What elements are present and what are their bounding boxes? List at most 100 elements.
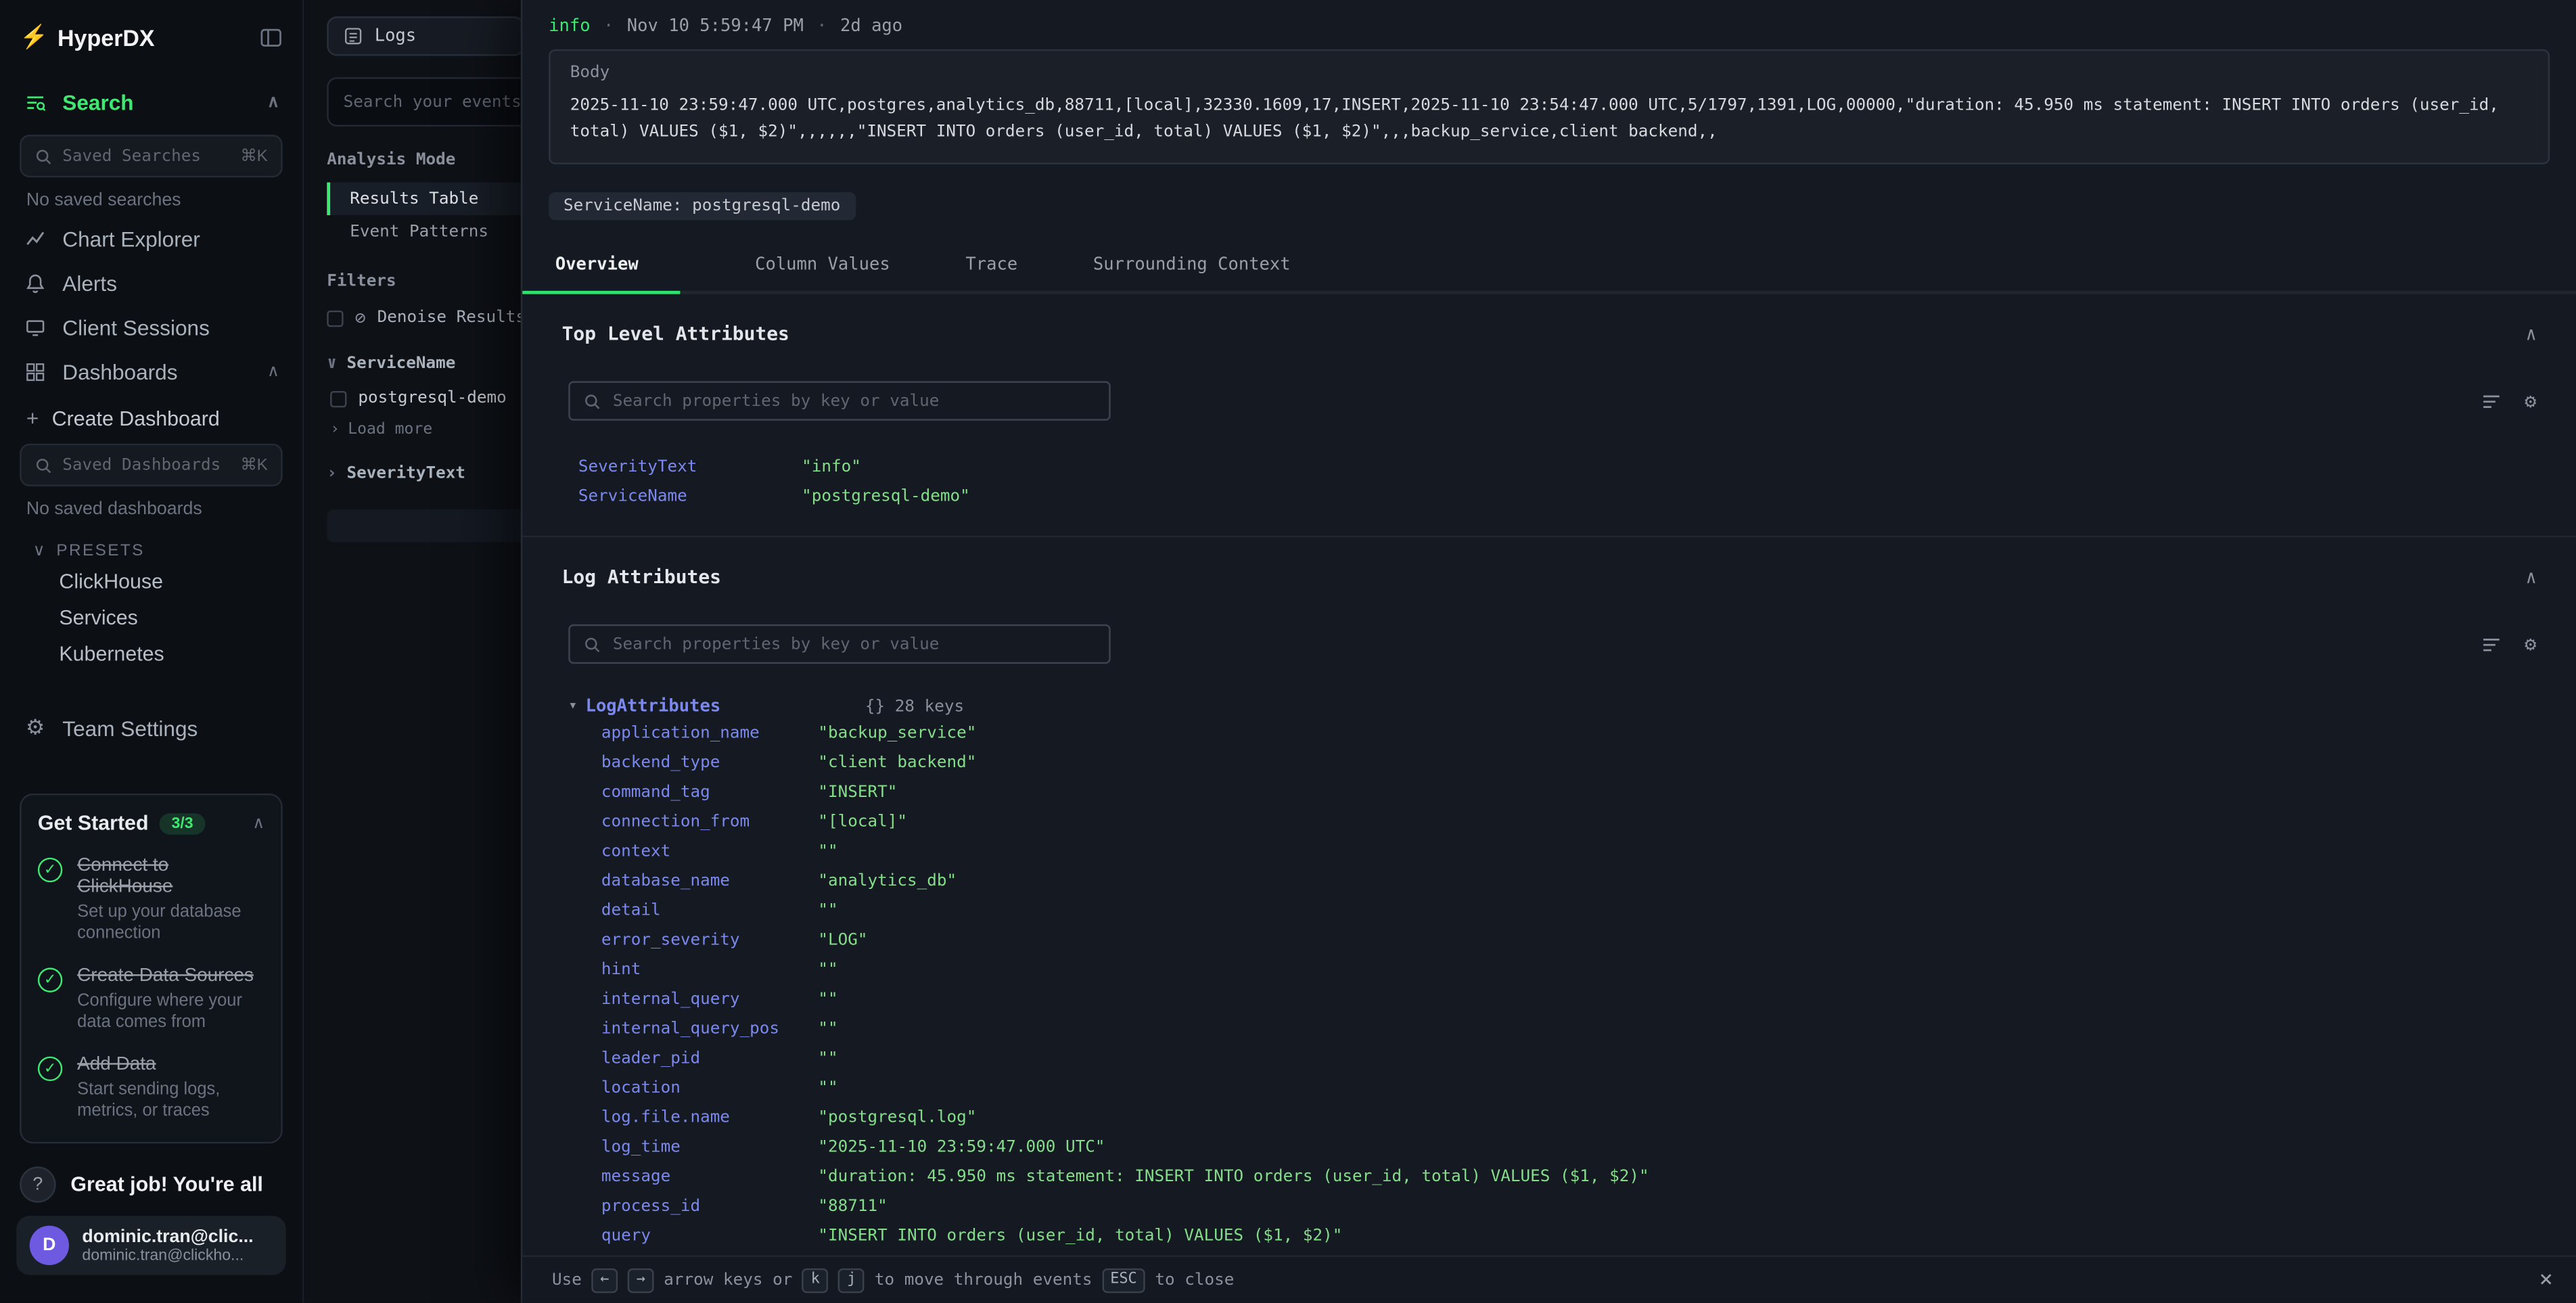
event-search-box[interactable]: [327, 77, 521, 127]
attribute-key[interactable]: SeverityText: [578, 453, 802, 483]
attribute-key[interactable]: message: [601, 1163, 819, 1193]
get-started-step[interactable]: ✓ Add Data Start sending logs, metrics, …: [38, 1055, 264, 1122]
service-name-tag[interactable]: ServiceName: postgresql-demo: [549, 192, 855, 220]
attribute-value[interactable]: "postgresql.log": [818, 1104, 2536, 1134]
saved-dashboards-box[interactable]: ⌘K: [20, 444, 283, 486]
attribute-value[interactable]: "88711": [818, 1193, 2536, 1222]
attribute-key[interactable]: internal_query: [601, 986, 819, 1015]
attribute-key[interactable]: database_name: [601, 867, 819, 897]
tab-overview[interactable]: Overview: [522, 240, 679, 291]
chevron-up-icon[interactable]: ∧: [252, 814, 264, 832]
collapse-sidebar-icon[interactable]: [260, 26, 283, 49]
close-icon[interactable]: ×: [2539, 1266, 2553, 1293]
settings-gear-icon[interactable]: ⚙: [2525, 633, 2537, 656]
settings-gear-icon[interactable]: ⚙: [2525, 390, 2537, 413]
attribute-key[interactable]: log_time: [601, 1134, 819, 1164]
collapse-section-icon[interactable]: ∧: [2526, 323, 2537, 344]
attribute-value[interactable]: "client backend": [818, 749, 2536, 779]
preset-item[interactable]: Kubernetes: [16, 636, 285, 672]
mode-results-table[interactable]: Results Table: [327, 183, 521, 216]
attribute-key[interactable]: leader_pid: [601, 1045, 819, 1075]
attribute-value[interactable]: "LOG": [818, 927, 2536, 957]
sidebar-item-team-settings[interactable]: ⚙ Team Settings: [16, 705, 285, 751]
attribute-value[interactable]: "": [818, 838, 2536, 868]
attribute-key[interactable]: detail: [601, 897, 819, 927]
facet-checkbox[interactable]: [330, 390, 346, 407]
preset-item[interactable]: ClickHouse: [16, 564, 285, 599]
nav-label: Client Sessions: [62, 315, 210, 340]
attribute-value[interactable]: "backup_service": [818, 720, 2536, 750]
attribute-key[interactable]: query: [601, 1222, 819, 1252]
attribute-key[interactable]: process_id: [601, 1193, 819, 1222]
log-attributes-root[interactable]: ▾ LogAttributes {} 28 keys: [562, 697, 2537, 716]
attribute-key[interactable]: ServiceName: [578, 483, 802, 513]
attribute-key[interactable]: backend_type: [601, 749, 819, 779]
help-icon[interactable]: ?: [20, 1166, 55, 1202]
properties-search-input[interactable]: [613, 635, 1096, 654]
line-options-icon[interactable]: [2481, 390, 2502, 412]
attribute-value[interactable]: "duration: 45.950 ms statement: INSERT I…: [818, 1163, 2536, 1193]
load-more-button[interactable]: › Load more: [327, 421, 521, 439]
attribute-value[interactable]: "postgresql-demo": [802, 483, 2537, 513]
saved-dashboards-input[interactable]: [62, 456, 231, 474]
sidebar-item-alerts[interactable]: Alerts: [16, 261, 285, 306]
attribute-key[interactable]: connection_from: [601, 808, 819, 838]
attribute-value[interactable]: "": [818, 897, 2536, 927]
preset-item[interactable]: Services: [16, 599, 285, 635]
expand-caret-icon[interactable]: ▾: [568, 698, 577, 714]
properties-search-input[interactable]: [613, 392, 1096, 410]
facet-group-severitytext[interactable]: › SeverityText: [327, 465, 521, 483]
attribute-value[interactable]: "INSERT INTO orders (user_id, total) VAL…: [818, 1222, 2536, 1252]
attribute-value[interactable]: "analytics_db": [818, 867, 2536, 897]
get-started-header[interactable]: Get Started 3/3 ∧: [38, 812, 264, 835]
attribute-value[interactable]: "": [818, 1015, 2536, 1045]
create-dashboard-button[interactable]: + Create Dashboard: [16, 394, 285, 434]
attribute-key[interactable]: command_tag: [601, 779, 819, 808]
facet-option-postgresql-demo[interactable]: postgresql-demo: [327, 390, 521, 408]
line-options-icon[interactable]: [2481, 633, 2502, 655]
properties-search-box[interactable]: [568, 624, 1110, 664]
root-node-name[interactable]: LogAttributes: [586, 697, 721, 716]
attribute-value[interactable]: "info": [802, 453, 2537, 483]
attribute-key[interactable]: error_severity: [601, 927, 819, 957]
mode-event-patterns[interactable]: Event Patterns: [327, 215, 521, 248]
denoise-toggle[interactable]: ⊘ Denoise Results: [327, 307, 521, 329]
chevron-up-icon[interactable]: ∧: [267, 93, 279, 112]
sidebar-item-dashboards[interactable]: Dashboards ∧: [16, 350, 285, 394]
denoise-checkbox[interactable]: [327, 310, 343, 326]
facet-group-servicename[interactable]: ∨ ServiceName: [327, 355, 521, 373]
attribute-value[interactable]: "2025-11-10 23:59:47.000 UTC": [818, 1134, 2536, 1164]
tab-column-values[interactable]: Column Values: [755, 240, 890, 291]
event-search-input[interactable]: [344, 93, 521, 111]
tab-surrounding-context[interactable]: Surrounding Context: [1093, 240, 1291, 291]
body-log-text[interactable]: 2025-11-10 23:59:47.000 UTC,postgres,ana…: [570, 93, 2529, 146]
collapse-section-icon[interactable]: ∧: [2526, 566, 2537, 588]
attribute-key[interactable]: internal_query_pos: [601, 1015, 819, 1045]
presets-toggle[interactable]: ∨ PRESETS: [16, 526, 285, 564]
properties-search-box[interactable]: [568, 381, 1110, 420]
attribute-value[interactable]: "[local]": [818, 808, 2536, 838]
attribute-value[interactable]: "": [818, 956, 2536, 986]
get-started-step[interactable]: ✓ Create Data Sources Configure where yo…: [38, 966, 264, 1034]
sidebar-item-chart-explorer[interactable]: Chart Explorer: [16, 217, 285, 262]
attribute-key[interactable]: application_name: [601, 720, 819, 750]
attribute-value[interactable]: "": [818, 1074, 2536, 1104]
chevron-up-icon[interactable]: ∧: [267, 363, 279, 382]
attribute-key[interactable]: location: [601, 1074, 819, 1104]
sidebar-item-search[interactable]: Search ∧: [16, 81, 285, 125]
more-filters-button[interactable]: More filters: [327, 509, 521, 543]
attribute-key[interactable]: context: [601, 838, 819, 868]
search-icon: [583, 635, 601, 654]
attribute-value[interactable]: "INSERT": [818, 779, 2536, 808]
attribute-value[interactable]: "": [818, 986, 2536, 1015]
attribute-value[interactable]: "": [818, 1045, 2536, 1075]
attribute-key[interactable]: hint: [601, 956, 819, 986]
get-started-step[interactable]: ✓ Connect to ClickHouse Set up your data…: [38, 856, 264, 944]
tab-trace[interactable]: Trace: [965, 240, 1017, 291]
saved-searches-box[interactable]: ⌘K: [20, 135, 283, 177]
user-menu[interactable]: D dominic.tran@clic... dominic.tran@clic…: [16, 1216, 285, 1275]
attribute-key[interactable]: log.file.name: [601, 1104, 819, 1134]
source-selector[interactable]: Logs: [327, 16, 521, 55]
sidebar-item-client-sessions[interactable]: Client Sessions: [16, 306, 285, 350]
saved-searches-input[interactable]: [62, 147, 231, 165]
